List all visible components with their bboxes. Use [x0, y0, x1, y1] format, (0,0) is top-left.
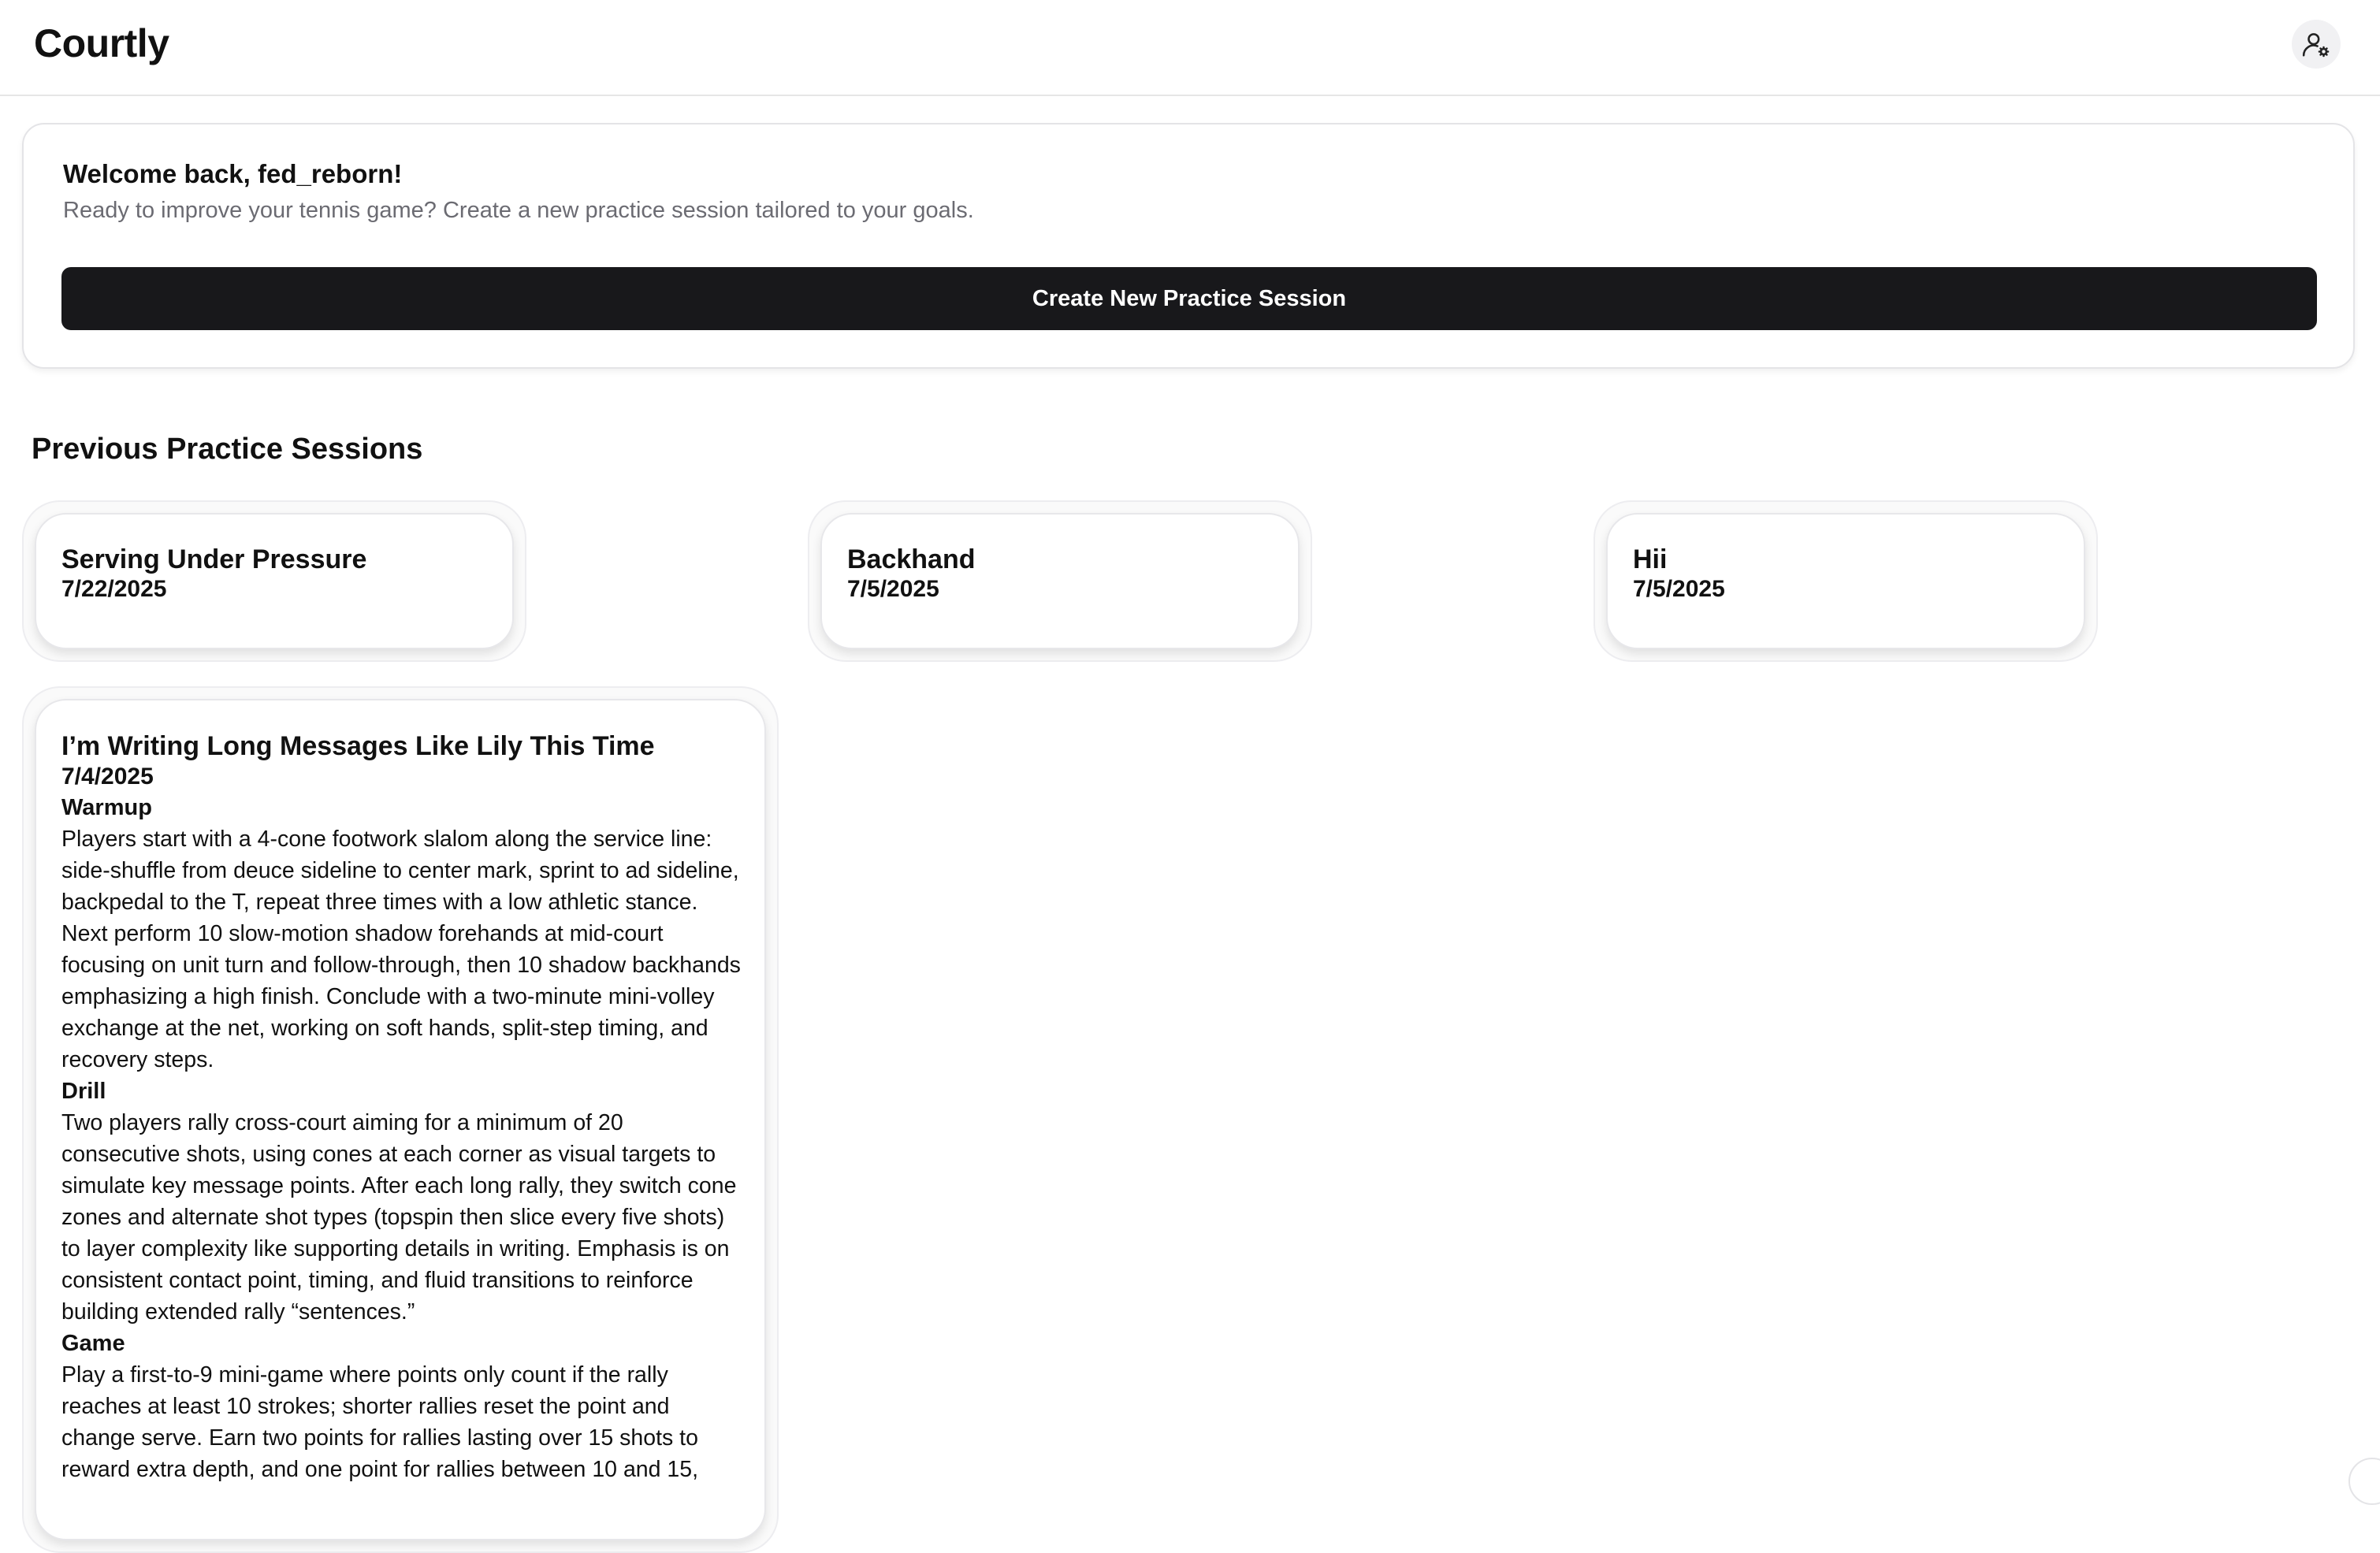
user-settings-icon: [2302, 33, 2330, 58]
welcome-title: Welcome back, fed_reborn!: [63, 159, 403, 188]
session-card[interactable]: Hii 7/5/2025: [1593, 500, 2098, 662]
session-date: 7/4/2025: [61, 763, 154, 790]
session-title: Serving Under Pressure: [61, 544, 367, 574]
session-date: 7/22/2025: [61, 576, 167, 602]
app-logo-title[interactable]: Courtly: [34, 20, 169, 66]
session-title: Backhand: [847, 544, 976, 574]
drill-text: Two players rally cross-court aiming for…: [61, 1110, 737, 1325]
session-date: 7/5/2025: [1633, 576, 1725, 602]
top-bar: Courtly: [0, 0, 2380, 96]
session-card[interactable]: Backhand 7/5/2025: [808, 500, 1312, 662]
game-text: Play a first-to-9 mini-game where points…: [61, 1362, 699, 1482]
session-title: I’m Writing Long Messages Like Lily This…: [61, 731, 655, 761]
session-card[interactable]: Serving Under Pressure 7/22/2025: [22, 500, 526, 662]
welcome-card: Welcome back, fed_reborn! Ready to impro…: [22, 123, 2355, 369]
profile-settings-button[interactable]: [2292, 20, 2341, 69]
create-session-button[interactable]: Create New Practice Session: [61, 267, 2317, 330]
session-card[interactable]: I’m Writing Long Messages Like Lily This…: [22, 686, 779, 1553]
session-title: Hii: [1633, 544, 1668, 574]
warmup-text: Players start with a 4-cone footwork sla…: [61, 827, 741, 1072]
game-heading: Game: [61, 1331, 125, 1356]
floating-action-button[interactable]: [2348, 1458, 2380, 1505]
warmup-heading: Warmup: [61, 795, 152, 820]
previous-sessions-heading: Previous Practice Sessions: [32, 433, 423, 466]
welcome-subtitle: Ready to improve your tennis game? Creat…: [63, 198, 974, 223]
drill-heading: Drill: [61, 1079, 106, 1104]
session-date: 7/5/2025: [847, 576, 939, 602]
